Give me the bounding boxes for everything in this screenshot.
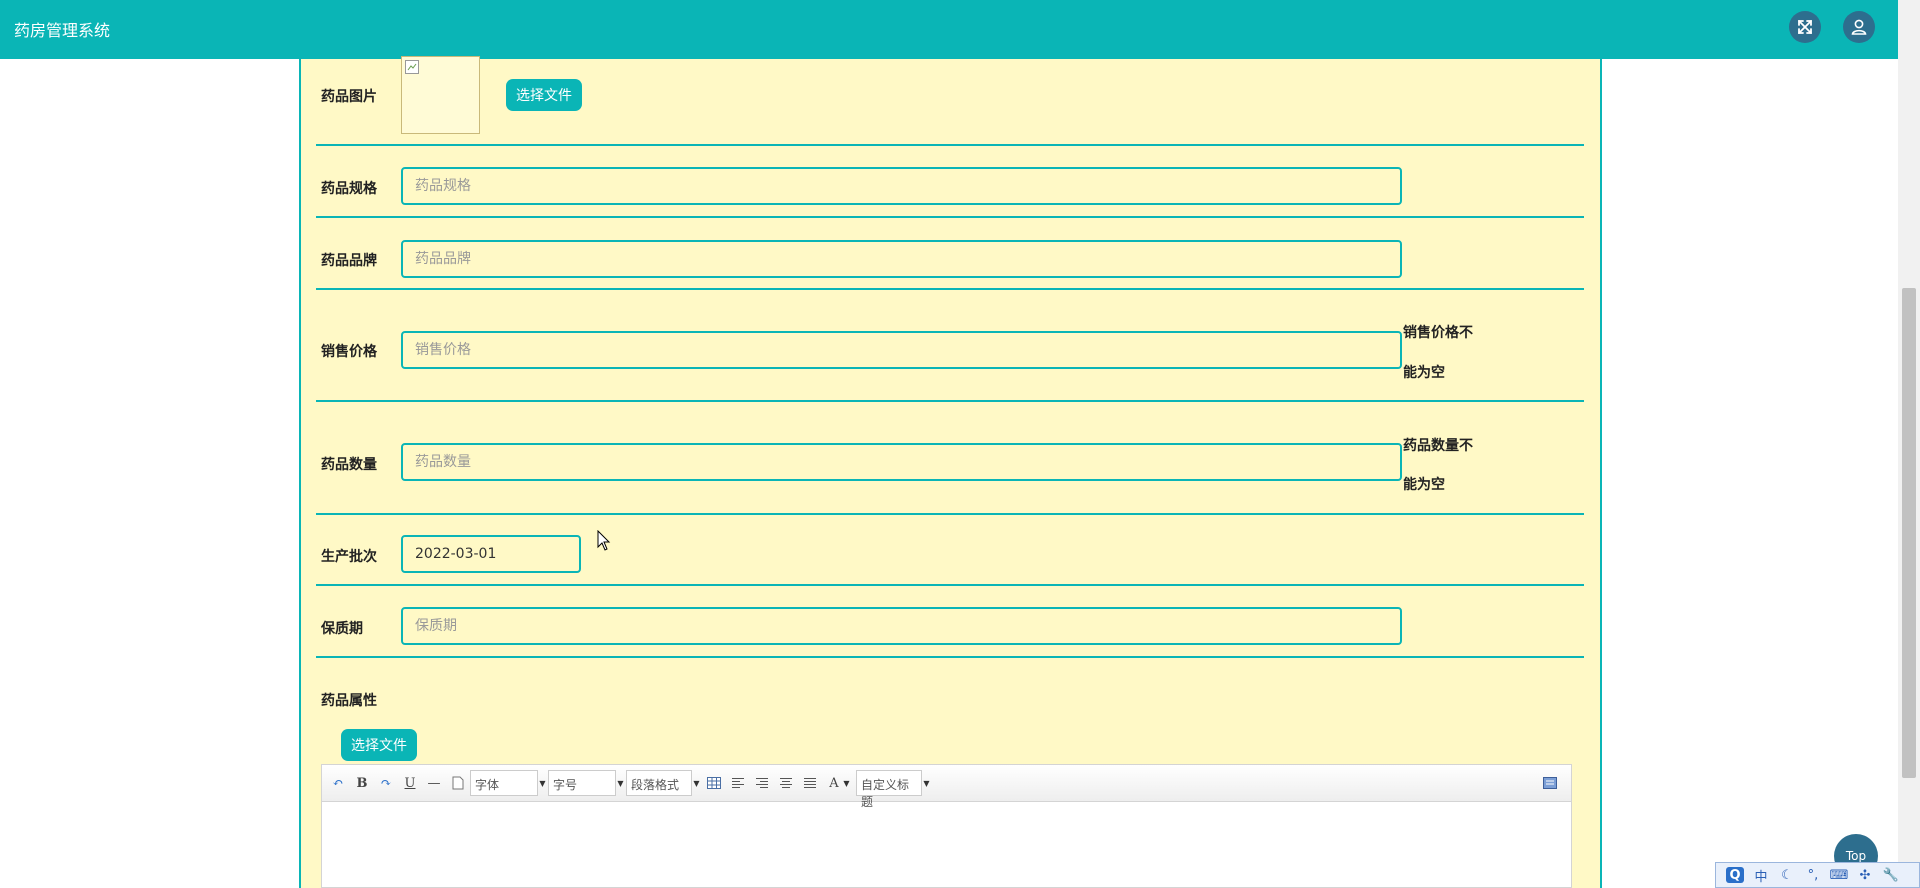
align-center-icon[interactable] [778, 775, 794, 791]
quantity-input[interactable] [401, 443, 1402, 481]
punctuation-icon[interactable]: °, [1804, 867, 1822, 883]
redo-icon[interactable]: ↷ [378, 775, 394, 791]
spec-label: 药品规格 [321, 181, 377, 197]
divider [316, 400, 1584, 402]
align-justify-icon[interactable] [802, 775, 818, 791]
fullscreen-button[interactable] [1789, 11, 1821, 43]
divider [316, 513, 1584, 515]
underline-button[interactable]: U [402, 775, 418, 791]
app-title: 药房管理系统 [14, 21, 111, 40]
table-icon[interactable] [706, 775, 722, 791]
broken-image-icon [405, 60, 419, 74]
keyboard-icon[interactable]: ⌨ [1830, 867, 1849, 883]
align-right-icon[interactable] [754, 775, 770, 791]
shelf-life-input[interactable] [401, 607, 1402, 645]
chevron-down-icon[interactable]: ▼ [538, 770, 547, 796]
custom-title-select[interactable]: 自定义标题 [856, 770, 922, 809]
divider [316, 144, 1584, 146]
fullscreen-icon [1798, 20, 1812, 34]
price-input[interactable] [401, 331, 1402, 369]
settings-icon[interactable]: ✣ [1856, 867, 1874, 883]
rich-text-editor: ↶ B ↷ U — 字体 ▼ 字号 ▼ 段落格式 ▼ A ▼ 自定义标题 ▼ [321, 764, 1572, 888]
ime-mode-toggle[interactable]: 中 [1752, 867, 1770, 885]
image-preview [401, 56, 480, 134]
mouse-cursor-icon [597, 530, 611, 551]
chevron-down-icon[interactable]: ▼ [922, 770, 931, 796]
quantity-error-line1: 药品数量不 [1403, 438, 1473, 454]
scrollbar-thumb[interactable] [1902, 288, 1916, 778]
image-label: 药品图片 [321, 89, 377, 105]
editor-content-area[interactable] [322, 802, 1571, 887]
font-size-select[interactable]: 字号 [548, 770, 616, 796]
brand-label: 药品品牌 [321, 253, 377, 269]
ime-logo-icon[interactable]: Q [1726, 867, 1744, 883]
editor-toolbar: ↶ B ↷ U — 字体 ▼ 字号 ▼ 段落格式 ▼ A ▼ 自定义标题 ▼ [322, 765, 1571, 809]
page-scrollbar[interactable] [1898, 0, 1920, 888]
divider [316, 584, 1584, 586]
divider [316, 288, 1584, 290]
html-source-icon[interactable] [1542, 775, 1558, 791]
paragraph-format-select[interactable]: 段落格式 [626, 770, 692, 796]
chevron-down-icon[interactable]: ▼ [692, 770, 701, 796]
ime-toolbar: Q 中 ☾ °, ⌨ ✣ 🔧 [1715, 862, 1920, 888]
top-bar: 药房管理系统 [0, 0, 1898, 59]
wrench-icon[interactable]: 🔧 [1882, 867, 1900, 883]
font-family-select[interactable]: 字体 [470, 770, 538, 796]
chevron-down-icon[interactable]: ▼ [842, 770, 851, 796]
attributes-label: 药品属性 [321, 693, 377, 709]
moon-icon[interactable]: ☾ [1778, 867, 1796, 883]
batch-date-input[interactable] [401, 535, 581, 573]
price-label: 销售价格 [321, 344, 377, 360]
batch-label: 生产批次 [321, 549, 377, 565]
choose-attribute-file-button[interactable]: 选择文件 [341, 729, 417, 761]
quantity-label: 药品数量 [321, 457, 377, 473]
divider [316, 656, 1584, 658]
align-left-icon[interactable] [730, 775, 746, 791]
user-menu-button[interactable] [1843, 11, 1875, 43]
user-icon [1851, 19, 1867, 35]
price-error-line1: 销售价格不 [1403, 325, 1473, 341]
bold-button[interactable]: B [354, 775, 370, 791]
page-icon[interactable] [450, 775, 466, 791]
font-color-button[interactable]: A [826, 775, 842, 791]
quantity-error-line2: 能为空 [1403, 477, 1445, 493]
undo-icon[interactable]: ↶ [330, 775, 346, 791]
divider [316, 216, 1584, 218]
horizontal-rule-icon[interactable]: — [426, 775, 442, 791]
choose-image-button[interactable]: 选择文件 [506, 79, 582, 111]
brand-input[interactable] [401, 240, 1402, 278]
chevron-down-icon[interactable]: ▼ [616, 770, 625, 796]
spec-input[interactable] [401, 167, 1402, 205]
shelf-life-label: 保质期 [321, 621, 363, 637]
price-error-line2: 能为空 [1403, 365, 1445, 381]
